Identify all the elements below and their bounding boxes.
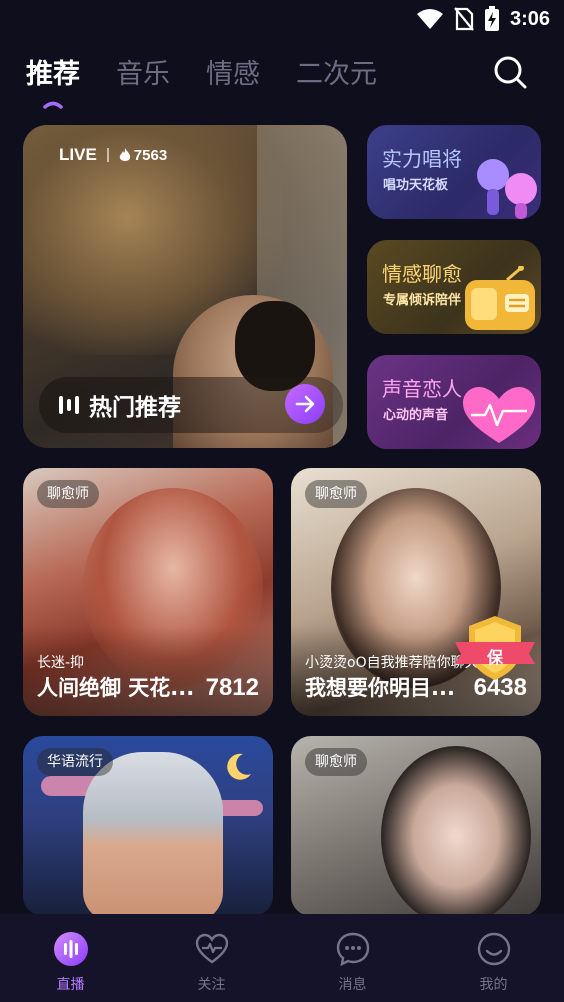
radio-icon <box>465 266 535 330</box>
moon-icon <box>227 753 251 780</box>
tab-label: 推荐 <box>26 59 80 90</box>
card-subtitle: 心动的声音 <box>383 408 449 423</box>
bottom-navigation: 直播 关注 消息 我的 <box>0 914 564 1002</box>
nav-item-messages[interactable]: 消息 <box>282 914 423 1002</box>
tab-anime[interactable]: 二次元 <box>296 52 377 91</box>
live-label: LIVE <box>59 145 97 164</box>
card-title: 情感聊愈 <box>382 262 462 286</box>
streamer-photo <box>381 746 531 916</box>
tab-active-indicator <box>43 101 63 109</box>
no-sim-icon <box>454 7 474 31</box>
smile-face-icon <box>475 930 513 968</box>
streamer-card[interactable]: 聊愈师 长迷-抑 人间绝御 天花... 7812 <box>23 468 273 716</box>
card-subtitle: 专属倾诉陪伴 <box>383 293 462 308</box>
hero-title: 热门推荐 <box>89 395 181 421</box>
hero-live-card[interactable]: LIVE 7563 热门推荐 <box>23 125 347 448</box>
heart-icon <box>463 387 535 443</box>
streamer-room-name: 人间绝御 天花... <box>37 676 195 700</box>
streamer-tag: 华语流行 <box>37 748 113 776</box>
nav-label: 关注 <box>197 977 226 993</box>
guarantee-badge: 保 <box>455 612 535 684</box>
nav-label: 我的 <box>479 977 508 993</box>
viewer-count-value: 7563 <box>133 146 168 164</box>
streamer-tag: 聊愈师 <box>305 480 367 508</box>
status-icons: 3:06 <box>416 6 550 32</box>
live-icon <box>52 930 90 968</box>
streamer-heat-count: 7812 <box>205 674 259 701</box>
tab-label: 二次元 <box>296 59 377 90</box>
card-title: 声音恋人 <box>382 377 462 401</box>
nav-label: 直播 <box>56 977 85 993</box>
microphone-icon <box>477 159 537 219</box>
status-bar: 3:06 <box>0 0 564 40</box>
category-tabs: 推荐 音乐 情感 二次元 <box>26 52 377 109</box>
badge-label: 保 <box>487 648 504 667</box>
hero-enter-button[interactable] <box>285 384 325 424</box>
card-title: 实力唱将 <box>382 147 462 171</box>
tab-recommend[interactable]: 推荐 <box>26 52 80 109</box>
streamer-tag: 聊愈师 <box>305 748 367 776</box>
nav-item-live[interactable]: 直播 <box>0 914 141 1002</box>
status-time: 3:06 <box>509 7 550 30</box>
tab-label: 情感 <box>206 59 260 90</box>
tab-label: 音乐 <box>116 59 170 90</box>
tab-emotion[interactable]: 情感 <box>206 52 260 91</box>
streamer-card[interactable]: 聊愈师 小烫烫oO自我推荐陪你聊天 我想要你明目... 6438 保 <box>291 468 541 716</box>
arrow-right-icon <box>295 395 315 413</box>
streamer-tag: 聊愈师 <box>37 480 99 508</box>
streamer-subtitle: 长迷-抑 <box>37 655 85 671</box>
search-icon[interactable] <box>492 54 528 90</box>
tab-music[interactable]: 音乐 <box>116 52 170 91</box>
category-card-voice-lover[interactable]: 声音恋人 心动的声音 <box>367 355 541 449</box>
wifi-icon <box>416 9 443 29</box>
heart-pulse-icon <box>193 930 231 968</box>
anime-character-image <box>83 752 223 916</box>
nav-label: 消息 <box>338 977 367 993</box>
category-card-emotional-chat[interactable]: 情感聊愈 专属倾诉陪伴 <box>367 240 541 334</box>
flame-icon <box>119 147 130 161</box>
battery-charging-icon <box>484 6 499 31</box>
streamer-room-name: 我想要你明目... <box>305 676 455 700</box>
hero-title-bar: 热门推荐 <box>39 377 343 433</box>
divider <box>106 148 109 162</box>
nav-item-profile[interactable]: 我的 <box>423 914 564 1002</box>
streamer-card[interactable]: 华语流行 <box>23 736 273 916</box>
nav-item-follow[interactable]: 关注 <box>141 914 282 1002</box>
sound-bars-icon <box>59 396 79 414</box>
viewer-count: 7563 <box>119 147 167 164</box>
category-card-singer[interactable]: 实力唱将 唱功天花板 <box>367 125 541 219</box>
hero-live-info: LIVE 7563 <box>59 145 167 165</box>
card-subtitle: 唱功天花板 <box>383 178 449 193</box>
chat-bubble-icon <box>334 930 372 968</box>
streamer-card[interactable]: 聊愈师 <box>291 736 541 916</box>
